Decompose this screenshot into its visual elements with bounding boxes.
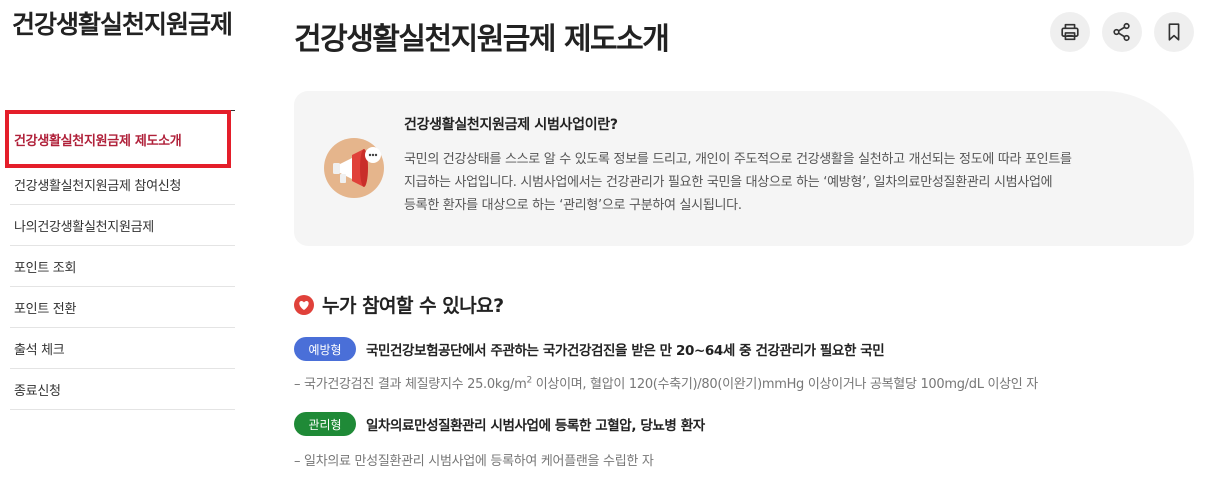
- megaphone-icon: [324, 138, 384, 198]
- info-heading: 건강생활실천지원금제 시범사업이란?: [404, 117, 618, 133]
- program-info-box: 건강생활실천지원금제 시범사업이란? 국민의 건강상태를 스스로 알 수 있도록…: [294, 91, 1194, 246]
- sidebar-item-my-support[interactable]: 나의건강생활실천지원금제: [10, 205, 235, 246]
- sidebar-menu: 건강생활실천지원금제 제도소개 건강생활실천지원금제 참여신청 나의건강생활실천…: [10, 114, 235, 410]
- management-description: – 일차의료 만성질환관리 시범사업에 등록하여 케어플랜을 수립한 자: [294, 454, 654, 469]
- section-title-text: 누가 참여할 수 있나요?: [322, 295, 504, 317]
- section-title: 누가 참여할 수 있나요?: [294, 291, 504, 318]
- print-button[interactable]: [1050, 12, 1090, 52]
- preventive-title: 국민건강보험공단에서 주관하는 국가건강검진을 받은 만 20~64세 중 건강…: [366, 343, 885, 359]
- heart-icon: [294, 294, 314, 315]
- sidebar-item-intro[interactable]: 건강생활실천지원금제 제도소개: [10, 114, 235, 164]
- badge-preventive: 예방형: [294, 337, 356, 361]
- sidebar-item-termination[interactable]: 종료신청: [10, 369, 235, 410]
- sidebar: 건강생활실천지원금제 건강생활실천지원금제 제도소개 건강생활실천지원금제 참여…: [0, 0, 245, 482]
- info-line: 등록한 환자를 대상으로 하는 ‘관리형’으로 구분하여 실시됩니다.: [404, 198, 742, 213]
- print-icon: [1061, 23, 1079, 41]
- sidebar-item-apply[interactable]: 건강생활실천지원금제 참여신청: [10, 164, 235, 205]
- badge-management: 관리형: [294, 412, 356, 436]
- sidebar-title: 건강생활실천지원금제: [11, 10, 233, 39]
- sidebar-item-point-conversion[interactable]: 포인트 전환: [10, 287, 235, 328]
- info-description: 국민의 건강상태를 스스로 알 수 있도록 정보를 드리고, 개인이 주도적으로…: [404, 148, 1164, 217]
- sidebar-item-attendance[interactable]: 출석 체크: [10, 328, 235, 369]
- bookmark-button[interactable]: [1154, 12, 1194, 52]
- share-button[interactable]: [1102, 12, 1142, 52]
- info-line: 지급하는 사업입니다. 시범사업에서는 건강관리가 필요한 국민을 대상으로 하…: [404, 175, 1053, 190]
- management-title: 일차의료만성질환관리 시범사업에 등록한 고혈압, 당뇨병 환자: [366, 418, 705, 434]
- preventive-desc-part: 이상이며, 혈압이 120(수축기)/80(이완기)mmHg 이상이거나 공복혈…: [531, 377, 1039, 392]
- preventive-description: – 국가건강검진 결과 체질량지수 25.0kg/m2 이상이며, 혈압이 12…: [294, 373, 1038, 392]
- bookmark-icon: [1168, 23, 1180, 41]
- page-title: 건강생활실천지원금제 제도소개: [294, 22, 670, 57]
- preventive-desc-part: – 국가건강검진 결과 체질량지수 25.0kg/m: [294, 377, 527, 392]
- info-line: 국민의 건강상태를 스스로 알 수 있도록 정보를 드리고, 개인이 주도적으로…: [404, 152, 1072, 167]
- sidebar-item-point-inquiry[interactable]: 포인트 조회: [10, 246, 235, 287]
- share-icon: [1113, 22, 1130, 42]
- sidebar-divider: [10, 110, 235, 111]
